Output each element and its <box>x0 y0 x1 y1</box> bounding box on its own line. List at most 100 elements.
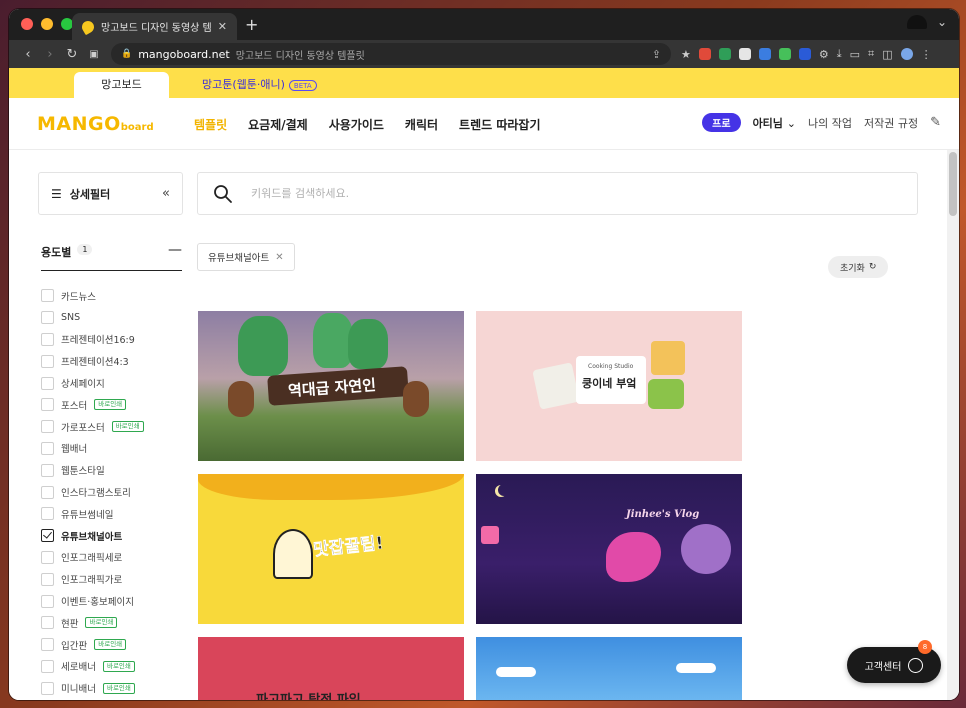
category-checkbox[interactable] <box>41 420 54 434</box>
template-card[interactable]: Cooking Studio 쿵이네 부엌 <box>476 311 742 461</box>
mangoboard-logo[interactable]: MANGOboard <box>37 113 154 135</box>
category-checkbox[interactable] <box>41 332 54 346</box>
forward-icon[interactable]: › <box>39 47 61 62</box>
remove-filter-icon[interactable]: ✕ <box>275 252 283 263</box>
customer-center-button[interactable]: 고객센터 8 <box>847 640 941 683</box>
extension-icon[interactable] <box>778 48 791 60</box>
nav-character[interactable]: 캐릭터 <box>405 116 438 133</box>
category-checkbox[interactable] <box>41 594 54 608</box>
detail-filter-toggle[interactable]: ☰ 상세필터 « <box>38 172 183 215</box>
category-checkbox[interactable] <box>41 289 54 303</box>
extension-icon[interactable] <box>798 48 811 60</box>
service-tab-mangoboard[interactable]: 망고보드 <box>74 72 169 98</box>
collapse-icon[interactable]: « <box>162 186 170 201</box>
category-checkbox[interactable] <box>41 572 54 586</box>
category-item[interactable]: 프레젠테이션16:9 <box>41 329 144 351</box>
screenshot-icon[interactable]: ⌗ <box>868 47 874 61</box>
category-item[interactable]: 인포그래픽가로 <box>41 568 144 590</box>
cast-icon[interactable]: ▭ <box>850 48 860 61</box>
category-item[interactable]: 세로배너 바로인쇄 <box>41 656 144 678</box>
category-item[interactable]: 포스터 바로인쇄 <box>41 394 144 416</box>
girl-illustration <box>606 532 661 582</box>
category-checkbox[interactable] <box>41 681 54 695</box>
extension-icon[interactable] <box>698 48 711 60</box>
extension-gear-icon[interactable]: ⚙ <box>819 48 829 61</box>
tab-search-chevron-icon[interactable]: ⌄ <box>937 15 947 29</box>
category-item[interactable]: 인포그래픽세로 <box>41 547 144 569</box>
category-checkbox[interactable] <box>41 376 54 390</box>
service-tab-mangotoon[interactable]: 망고툰(웹툰·애니) BETA <box>202 72 317 98</box>
category-item[interactable]: 유튜브썸네일 <box>41 503 144 525</box>
category-checkbox[interactable] <box>41 550 54 564</box>
pro-badge[interactable]: 프로 <box>702 113 741 132</box>
close-tab-icon[interactable]: ✕ <box>218 20 227 33</box>
minimize-window-button[interactable] <box>41 18 53 30</box>
category-checkbox[interactable] <box>41 659 54 673</box>
category-item[interactable]: SNS <box>41 307 144 329</box>
category-item[interactable]: 카드뉴스 <box>41 285 144 307</box>
profile-avatar[interactable] <box>900 48 913 60</box>
category-item[interactable]: 이벤트·홍보페이지 <box>41 590 144 612</box>
category-checkbox[interactable] <box>41 485 54 499</box>
category-item[interactable]: 현판 바로인쇄 <box>41 612 144 634</box>
new-tab-icon[interactable]: + <box>245 15 258 34</box>
close-window-button[interactable] <box>21 18 33 30</box>
reset-filter-button[interactable]: 초기화 ↻ <box>828 256 889 278</box>
category-item[interactable]: 상세페이지 <box>41 372 144 394</box>
lock-icon: 🔒 <box>121 49 133 59</box>
edit-pen-icon[interactable]: ✎ <box>930 115 941 130</box>
search-input[interactable] <box>251 187 902 200</box>
category-label: 포스터 <box>61 400 88 412</box>
address-bar[interactable]: 🔒 mangoboard.net 망고보드 디자인 동영상 템플릿 ⇪ <box>111 43 671 65</box>
category-item[interactable]: 입간판 바로인쇄 <box>41 634 144 656</box>
extension-icon[interactable] <box>718 48 731 60</box>
template-card[interactable]: 파고파고 탐정 파일 <box>198 637 464 700</box>
template-card[interactable]: 맛잡꿀팁! <box>198 474 464 624</box>
active-filter-chip[interactable]: 유튜브채널아트 ✕ <box>197 243 295 271</box>
nav-pricing[interactable]: 요금제/결제 <box>248 116 308 133</box>
search-icon[interactable] <box>213 184 233 204</box>
reload-icon[interactable]: ↻ <box>61 47 83 62</box>
category-item[interactable]: 유튜브채널아트 <box>41 525 144 547</box>
scrollbar-thumb[interactable] <box>949 152 957 216</box>
nav-templates[interactable]: 템플릿 <box>194 116 227 133</box>
back-icon[interactable]: ‹ <box>17 47 39 62</box>
moon-icon <box>498 484 510 496</box>
template-card[interactable] <box>476 637 742 700</box>
category-header[interactable]: 용도별 1 — <box>41 243 182 271</box>
template-card[interactable]: Jinhee's Vlog <box>476 474 742 624</box>
category-item[interactable]: 프레젠테이션4:3 <box>41 350 144 372</box>
category-checkbox[interactable] <box>41 398 54 412</box>
collapse-minus-icon[interactable]: — <box>168 243 182 257</box>
nav-trend[interactable]: 트렌드 따라잡기 <box>459 116 540 133</box>
category-checkbox[interactable] <box>41 507 54 521</box>
category-checkbox[interactable] <box>41 354 54 368</box>
user-menu[interactable]: 아티님 ⌄ <box>753 115 796 131</box>
sidebar-icon[interactable]: ◫ <box>882 48 892 61</box>
category-checkbox[interactable] <box>41 463 54 477</box>
category-item[interactable]: 미니배너 바로인쇄 <box>41 677 144 699</box>
category-checkbox[interactable] <box>41 616 54 630</box>
share-icon[interactable]: ⇪ <box>652 48 661 61</box>
page-scrollbar[interactable] <box>947 150 959 700</box>
my-work-link[interactable]: 나의 작업 <box>808 115 852 131</box>
category-checkbox[interactable] <box>41 529 54 543</box>
category-label: 프레젠테이션16:9 <box>61 335 135 347</box>
download-icon[interactable]: ⤓ <box>837 47 842 61</box>
category-checkbox[interactable] <box>41 311 54 325</box>
category-checkbox[interactable] <box>41 441 54 455</box>
extension-icon[interactable] <box>758 48 771 60</box>
category-item[interactable]: 웹배너 <box>41 438 144 460</box>
browser-tab[interactable]: 망고보드 디자인 동영상 템플릿 ✕ <box>72 13 237 40</box>
copyright-link[interactable]: 저작권 규정 <box>864 115 918 131</box>
bookmark-star-icon[interactable]: ★ <box>681 48 691 61</box>
category-item[interactable]: 가로포스터 바로인쇄 <box>41 416 144 438</box>
category-item[interactable]: 웹툰스타일 <box>41 459 144 481</box>
extension-icon[interactable] <box>738 48 751 60</box>
category-item[interactable]: 인스타그램스토리 <box>41 481 144 503</box>
nav-guide[interactable]: 사용가이드 <box>329 116 384 133</box>
reader-icon[interactable]: ▣ <box>83 49 105 60</box>
category-checkbox[interactable] <box>41 638 54 652</box>
template-card[interactable]: 역대급 자연인 <box>198 311 464 461</box>
menu-kebab-icon[interactable]: ⋮ <box>921 48 932 61</box>
